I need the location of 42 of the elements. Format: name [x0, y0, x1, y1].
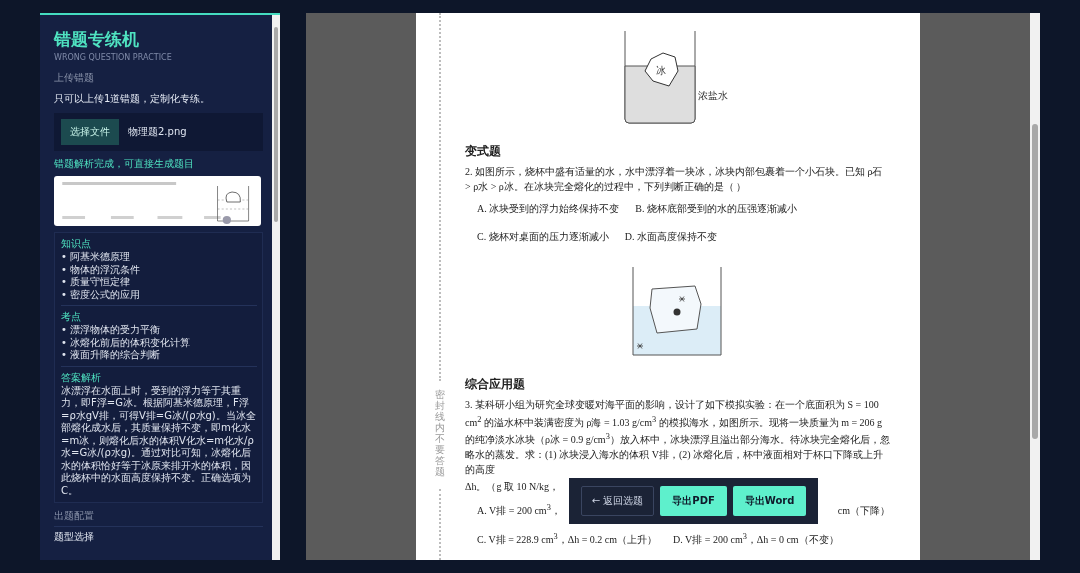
- figure-label: 冰: [655, 65, 666, 76]
- export-button[interactable]: 导出PDF: [660, 486, 727, 517]
- answer-option: C. V排 = 228.9 cm$^{3}$，Δh = 0.2 cm（上升）: [477, 532, 658, 548]
- analysis-heading: 考点: [61, 310, 82, 323]
- file-upload-field[interactable]: 选择文件 物理题2.png: [54, 113, 263, 151]
- app-title: 错题专练机: [54, 29, 140, 49]
- answer-option: A. 冰块受到的浮力始终保持不变: [477, 202, 620, 216]
- export-button[interactable]: 导出Word: [732, 486, 807, 517]
- list-item: • 冰熔化前后的体积变化计算: [61, 336, 192, 349]
- choose-file-button[interactable]: 选择文件: [61, 119, 119, 145]
- field-label: 题型选择: [54, 530, 95, 544]
- list-item: • 阿基米德原理: [61, 251, 132, 264]
- scrollbar-thumb[interactable]: [274, 27, 278, 222]
- binding-line-text: 密封线内不要答题: [435, 389, 445, 477]
- file-name: 物理题2.png: [128, 125, 187, 139]
- back-button[interactable]: ← 返回选题: [580, 486, 655, 517]
- answer-option: C. 烧杯对桌面的压力逐渐减小: [477, 230, 609, 244]
- question-text: 3. 某科研小组为研究全球变暖对海平面的影响，设计了如下模拟实验：在一个底面积为 S = 100 cm$^{2}$ 的溢水杯中装满密度为 ρ海 = 1.03 g/cm$^{3}$ 的模拟海水，如图所示。现将一块质量为 m = 206 g 的纯净淡水冰块（ρ冰 = 0.9 g/cm$^{3}$）放入杯中，冰块漂浮且溢出部分海水。待冰块完全熔化后，忽略水的蒸发。求：(1) 冰块浸入海水的体积 V排，(2) 冰熔化后，杯中液面相对于杯口下降或上升的高度: [465, 398, 890, 477]
- list-item: • 密度公式的应用: [61, 288, 142, 301]
- section-heading: 上传错题: [54, 71, 95, 85]
- question-text: Δh。（g 取 10 N/kg，: [465, 479, 560, 494]
- analysis-heading: 答案解析: [61, 370, 102, 384]
- section-heading: 出题配置: [54, 509, 263, 527]
- answer-option: D. 水面高度保持不变: [624, 230, 717, 244]
- analysis-heading: 知识点: [61, 237, 92, 250]
- scrollbar-thumb[interactable]: [1032, 124, 1038, 439]
- answer-option: B. 烧杯底部受到的水的压强逐渐减小: [635, 202, 797, 216]
- question-text: 2. 如图所示，烧杯中盛有适量的水，水中漂浮着一块冰，冰块内部包裹着一个小石块。已知 ρ石 > ρ水 > ρ冰。在冰块完全熔化的过程中，下列判断正确的是（ ）: [465, 165, 884, 194]
- answer-explanation: 冰漂浮在水面上时，受到的浮力等于其重力，即F浮=G冰。根据阿基米德原理，F浮=ρ水gV排，可得V排=G冰/(ρ水g)。当冰全部熔化成水后，其质量保持不变，即m化水=m冰，则熔化后水的体积V化水=m化水/ρ水=G冰/(ρ水g)。通过对比可知，冰熔化后水的体积恰好等于冰原来排开水的体积，因此烧杯中的水面高度保持不变。正确选项为C。: [61, 384, 257, 497]
- list-item: • 漂浮物体的受力平衡: [61, 324, 162, 337]
- list-item: • 质量守恒定律: [61, 276, 132, 289]
- figure-label: 浓盐水: [697, 90, 728, 101]
- app-subtitle: WRONG QUESTION PRACTICE: [54, 53, 173, 62]
- status-message: 错题解析完成，可直接生成题目: [54, 157, 195, 171]
- answer-option: D. V排 = 200 cm$^{3}$，Δh = 0 cm（不变）: [673, 532, 839, 548]
- section-heading: 综合应用题: [465, 376, 526, 393]
- answer-option: cm（下降）: [837, 504, 890, 519]
- upload-description: 只可以上传1道错题，定制化专练。: [54, 92, 212, 106]
- answer-option: A. V排 = 200 cm$^{3}$，: [465, 502, 561, 519]
- section-heading: 变式题: [465, 143, 502, 160]
- list-item: • 液面升降的综合判断: [61, 349, 162, 362]
- list-item: • 物体的浮沉条件: [61, 263, 142, 276]
